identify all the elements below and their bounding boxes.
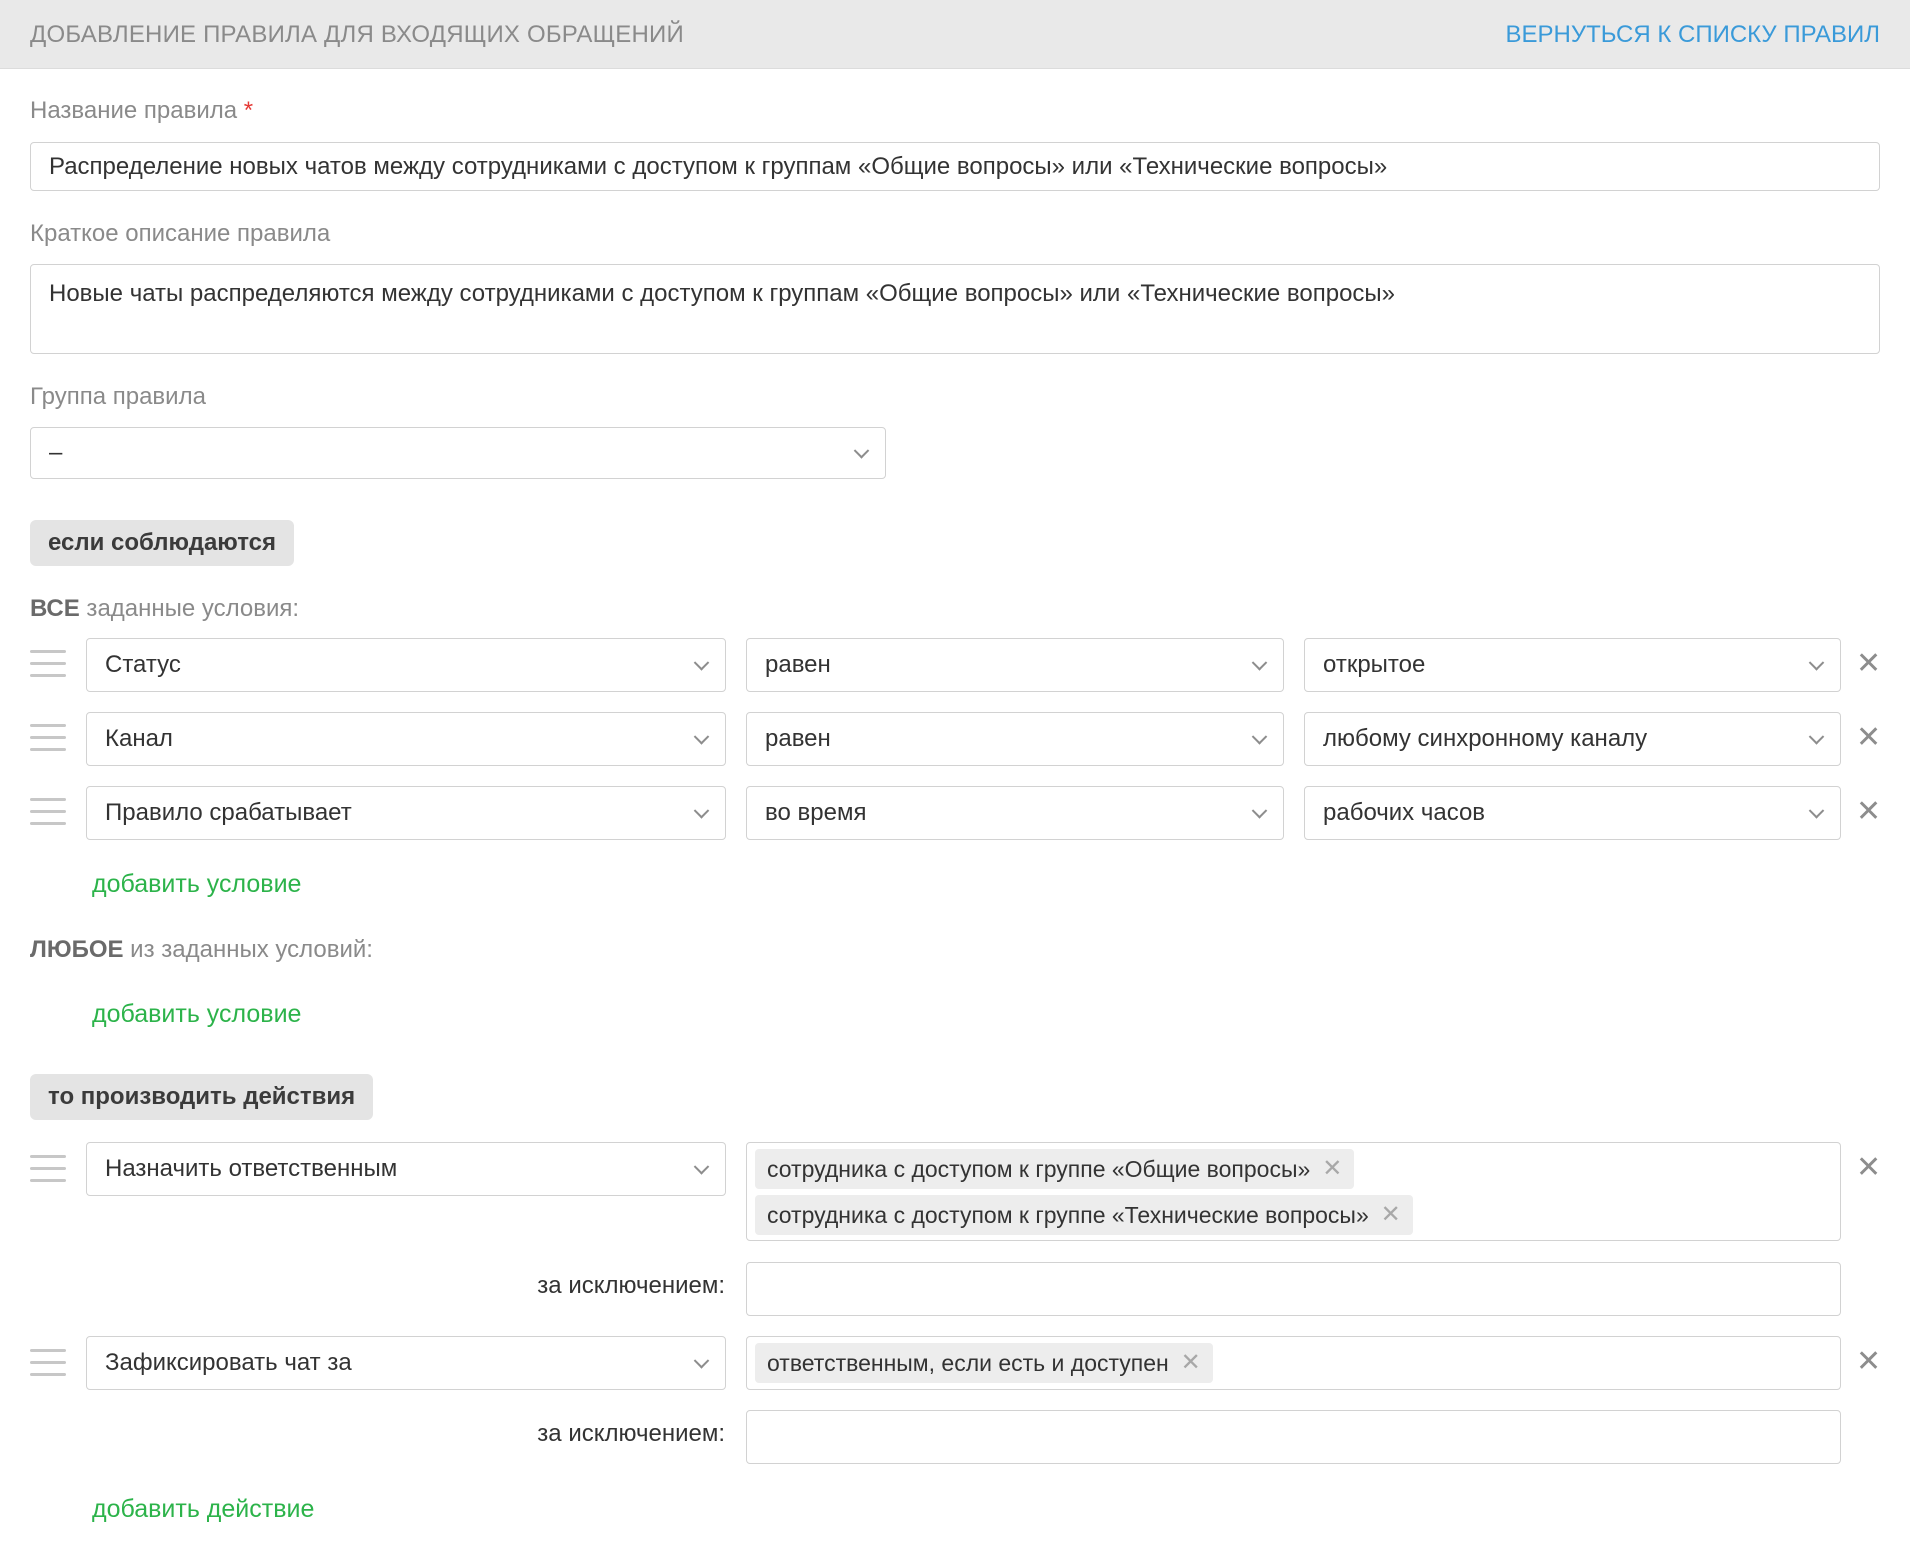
- except-input[interactable]: [746, 1410, 1841, 1464]
- all-conditions-heading: ВСЕ заданные условия:: [30, 595, 299, 623]
- condition-value-select[interactable]: любому синхронному каналу: [1304, 712, 1841, 766]
- action-type-select[interactable]: Зафиксировать чат за: [86, 1336, 726, 1390]
- rule-name-label-text: Название правила: [30, 97, 238, 124]
- selected-tag: сотрудника с доступом к группе «Техничес…: [755, 1195, 1413, 1235]
- drag-handle-icon[interactable]: [30, 650, 66, 680]
- add-condition-all-link[interactable]: добавить условие: [92, 870, 301, 899]
- group-select[interactable]: –: [30, 427, 886, 479]
- condition-field-value: Статус: [105, 651, 181, 678]
- required-mark: *: [243, 97, 254, 124]
- all-conditions-text: заданные условия:: [79, 595, 300, 622]
- except-label: за исключением:: [537, 1420, 725, 1447]
- group-label: Группа правила: [30, 383, 206, 410]
- except-label: за исключением:: [537, 1272, 725, 1299]
- close-icon[interactable]: ✕: [1856, 723, 1881, 753]
- description-label: Краткое описание правила: [30, 220, 331, 247]
- close-icon[interactable]: ✕: [1322, 1149, 1342, 1189]
- page-title: ДОБАВЛЕНИЕ ПРАВИЛА ДЛЯ ВХОДЯЩИХ ОБРАЩЕНИ…: [30, 21, 684, 48]
- chevron-down-icon: [1808, 729, 1825, 745]
- close-icon[interactable]: ✕: [1181, 1343, 1201, 1383]
- condition-operator-value: во время: [765, 799, 867, 826]
- chevron-down-icon: [693, 655, 710, 671]
- group-select-value: –: [49, 439, 63, 466]
- actions-section-chip: то производить действия: [30, 1074, 374, 1120]
- condition-value-value: любому синхронному каналу: [1323, 725, 1648, 752]
- condition-field-value: Канал: [105, 725, 173, 752]
- action-type-select[interactable]: Назначить ответственным: [86, 1142, 726, 1196]
- drag-handle-icon[interactable]: [30, 798, 66, 828]
- action-type-value: Зафиксировать чат за: [105, 1349, 352, 1376]
- any-conditions-heading: ЛЮБОЕ из заданных условий:: [30, 936, 373, 964]
- rule-name-value: Распределение новых чатов между сотрудни…: [49, 152, 1388, 180]
- chevron-down-icon: [1808, 655, 1825, 671]
- chevron-down-icon: [853, 443, 870, 459]
- chevron-down-icon: [693, 1159, 710, 1175]
- selected-tag: ответственным, если есть и доступен ✕: [755, 1343, 1213, 1383]
- description-value: Новые чаты распределяются между сотрудни…: [49, 280, 1396, 307]
- description-textarea[interactable]: Новые чаты распределяются между сотрудни…: [30, 264, 1880, 354]
- condition-field-select[interactable]: Канал: [86, 712, 726, 766]
- rule-name-label: Название правила *: [30, 97, 253, 125]
- chevron-down-icon: [1808, 803, 1825, 819]
- condition-value-value: рабочих часов: [1323, 799, 1486, 826]
- page-header: ДОБАВЛЕНИЕ ПРАВИЛА ДЛЯ ВХОДЯЩИХ ОБРАЩЕНИ…: [0, 0, 1910, 69]
- condition-field-value: Правило срабатывает: [105, 799, 352, 826]
- all-conditions-keyword: ВСЕ: [30, 595, 80, 622]
- drag-handle-icon[interactable]: [30, 1349, 66, 1379]
- close-icon[interactable]: ✕: [1381, 1195, 1401, 1235]
- condition-operator-select[interactable]: равен: [746, 712, 1284, 766]
- action-target-multiselect[interactable]: сотрудника с доступом к группе «Общие во…: [746, 1142, 1841, 1241]
- selected-tag-label: сотрудника с доступом к группе «Техничес…: [767, 1202, 1369, 1228]
- condition-operator-select[interactable]: во время: [746, 786, 1284, 840]
- chevron-down-icon: [1251, 803, 1268, 819]
- rule-name-input[interactable]: Распределение новых чатов между сотрудни…: [30, 142, 1880, 191]
- action-type-value: Назначить ответственным: [105, 1155, 398, 1182]
- close-icon[interactable]: ✕: [1856, 649, 1881, 679]
- chevron-down-icon: [1251, 729, 1268, 745]
- drag-handle-icon[interactable]: [30, 1155, 66, 1185]
- condition-value-select[interactable]: открытое: [1304, 638, 1841, 692]
- chevron-down-icon: [693, 729, 710, 745]
- except-input[interactable]: [746, 1262, 1841, 1316]
- chevron-down-icon: [693, 1353, 710, 1369]
- drag-handle-icon[interactable]: [30, 724, 66, 754]
- add-action-link[interactable]: добавить действие: [92, 1495, 314, 1524]
- chevron-down-icon: [1251, 655, 1268, 671]
- action-target-multiselect[interactable]: ответственным, если есть и доступен ✕: [746, 1336, 1841, 1390]
- conditions-section-chip: если соблюдаются: [30, 520, 294, 566]
- condition-operator-select[interactable]: равен: [746, 638, 1284, 692]
- selected-tag: сотрудника с доступом к группе «Общие во…: [755, 1149, 1355, 1189]
- chevron-down-icon: [693, 803, 710, 819]
- add-condition-any-link[interactable]: добавить условие: [92, 1000, 301, 1029]
- condition-operator-value: равен: [765, 651, 831, 678]
- back-to-rules-link[interactable]: ВЕРНУТЬСЯ К СПИСКУ ПРАВИЛ: [1506, 21, 1880, 49]
- condition-field-select[interactable]: Правило срабатывает: [86, 786, 726, 840]
- condition-field-select[interactable]: Статус: [86, 638, 726, 692]
- close-icon[interactable]: ✕: [1856, 797, 1881, 827]
- any-conditions-text: из заданных условий:: [123, 936, 373, 963]
- condition-value-select[interactable]: рабочих часов: [1304, 786, 1841, 840]
- selected-tag-label: ответственным, если есть и доступен: [767, 1350, 1169, 1376]
- any-conditions-keyword: ЛЮБОЕ: [30, 936, 124, 963]
- selected-tag-label: сотрудника с доступом к группе «Общие во…: [767, 1156, 1311, 1182]
- condition-operator-value: равен: [765, 725, 831, 752]
- close-icon[interactable]: ✕: [1856, 1347, 1881, 1377]
- close-icon[interactable]: ✕: [1856, 1153, 1881, 1183]
- condition-value-value: открытое: [1323, 651, 1426, 678]
